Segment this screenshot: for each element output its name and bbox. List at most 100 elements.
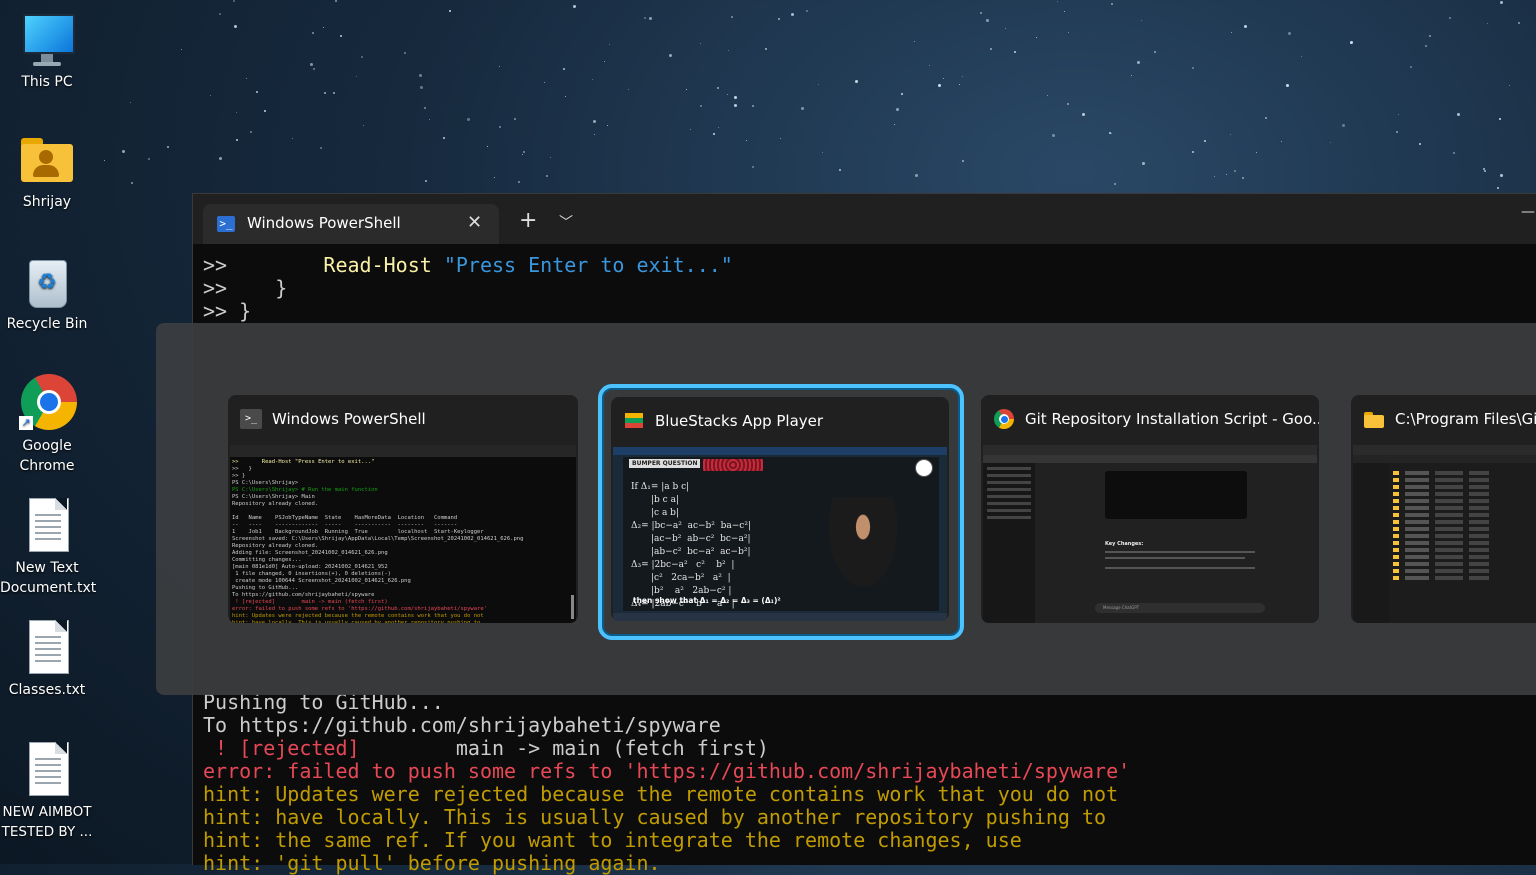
star: [1419, 143, 1422, 146]
star: [166, 145, 169, 148]
file-row: [1393, 471, 1536, 475]
star: [1456, 113, 1460, 117]
switcher-card-bluestacks[interactable]: BlueStacks App Player BUMPER QUESTION If…: [611, 397, 949, 621]
video-banner: BUMPER QUESTION: [629, 459, 701, 468]
star: [990, 48, 993, 51]
star: [1517, 21, 1520, 24]
star: [1067, 103, 1070, 106]
thumbnail-line: PS C:\Users\Shrijay> # Run the main func…: [232, 487, 378, 493]
folder-icon: [1363, 409, 1385, 429]
desktop-icon-new-text-document[interactable]: New Text Document.txt: [0, 498, 96, 598]
thumbnail-line: Repository already cloned.: [232, 543, 319, 549]
star: [986, 18, 990, 22]
thumbnail-line: [232, 508, 576, 515]
star: [1509, 84, 1511, 86]
star: [1255, 152, 1257, 154]
star: [1424, 45, 1427, 48]
star: [627, 88, 629, 90]
chatgpt-message-input: Message ChatGPT: [1095, 603, 1265, 613]
star: [689, 129, 691, 131]
star: [235, 112, 237, 113]
file-row: [1393, 520, 1536, 524]
file-row: [1393, 485, 1536, 489]
star: [1499, 0, 1503, 4]
desktop-icon-new-aimbot[interactable]: NEW AIMBOT TESTED BY ...: [0, 742, 94, 842]
thumbnail-line: To https://github.com/shrijaybaheti/spyw…: [232, 592, 375, 598]
explorer-thumbnail: [1353, 445, 1536, 623]
star: [339, 35, 342, 38]
star: [1063, 11, 1065, 13]
star: [752, 165, 755, 168]
star: [264, 110, 267, 113]
star: [1486, 22, 1488, 24]
star: [323, 91, 326, 94]
star: [718, 127, 720, 129]
terminal-line: hint: have locally. This is usually caus…: [203, 805, 1107, 829]
star: [764, 47, 767, 50]
star: [1067, 32, 1069, 34]
star: [649, 16, 653, 20]
terminal-line: >> }: [203, 276, 288, 300]
star: [181, 48, 183, 50]
star: [544, 81, 546, 83]
file-row: [1393, 492, 1536, 496]
thumbnail-line: >> }: [232, 473, 246, 479]
star: [1052, 133, 1056, 137]
minimize-button[interactable]: —: [1521, 204, 1535, 220]
star: [726, 94, 728, 96]
desktop-icon-shrijay[interactable]: Shrijay: [0, 132, 94, 212]
file-row: [1393, 569, 1536, 573]
thumbnail-line: [main 081e1d0] Auto-upload: 20241002_014…: [232, 564, 388, 570]
star: [593, 119, 597, 123]
thumbnail-line: Id Name PSJobTypeName State HasMoreData …: [232, 515, 458, 521]
desktop-icon-google-chrome[interactable]: ↗ Google Chrome: [0, 374, 94, 476]
tab-dropdown-button[interactable]: ﹀: [559, 212, 573, 232]
star: [1141, 19, 1143, 21]
switcher-card-powershell[interactable]: >_ Windows PowerShell >> Read-Host "Pres…: [228, 395, 578, 623]
thumbnail-line: create mode 100644 Screenshot_20241002_0…: [232, 578, 411, 584]
tab-windows-powershell[interactable]: >_ Windows PowerShell ✕: [203, 204, 499, 244]
desktop-icon-classes[interactable]: Classes.txt: [0, 620, 94, 700]
star: [713, 133, 716, 136]
task-switcher: >_ Windows PowerShell >> Read-Host "Pres…: [156, 323, 1536, 695]
desktop-icon-label: Recycle Bin: [6, 316, 88, 332]
star: [1287, 32, 1291, 36]
star: [1203, 139, 1206, 142]
star: [1409, 66, 1412, 69]
user-folder-icon: [19, 132, 75, 188]
star: [608, 43, 610, 45]
star: [733, 104, 737, 108]
star: [312, 31, 315, 34]
bluestacks-thumbnail: BUMPER QUESTION If Δ₁= |a b c| |b c a| |…: [613, 447, 947, 621]
star: [333, 92, 336, 95]
bluestacks-icon: [623, 411, 645, 431]
star: [356, 75, 358, 77]
switcher-card-chrome[interactable]: Git Repository Installation Script - Goo…: [981, 395, 1319, 623]
star: [494, 176, 495, 178]
star: [728, 50, 730, 52]
tab-close-button[interactable]: ✕: [467, 212, 482, 233]
star: [818, 84, 820, 86]
star: [958, 83, 960, 85]
thumbnail-line: >> Read-Host "Press Enter to exit...": [232, 459, 375, 465]
star: [1330, 142, 1332, 143]
star: [962, 159, 965, 162]
star: [752, 105, 755, 108]
desktop-icon-recycle-bin[interactable]: ♻ Recycle Bin: [0, 254, 94, 334]
file-row: [1393, 541, 1536, 545]
card-title: C:\Program Files\Git: [1395, 410, 1536, 428]
thumbnail-line: PS C:\Users\Shrijay> Main: [232, 494, 315, 500]
new-tab-button[interactable]: +: [519, 210, 537, 232]
switcher-card-explorer[interactable]: C:\Program Files\Git: [1351, 395, 1536, 623]
star: [699, 104, 702, 107]
star: [498, 65, 500, 67]
star: [1349, 42, 1352, 45]
star: [780, 137, 782, 139]
star: [467, 117, 471, 121]
desktop-icon-label: Shrijay: [22, 194, 72, 210]
star: [130, 182, 133, 185]
star: [545, 175, 548, 178]
star: [643, 17, 646, 20]
file-row: [1393, 506, 1536, 510]
desktop-icon-this-pc[interactable]: This PC: [0, 12, 94, 92]
